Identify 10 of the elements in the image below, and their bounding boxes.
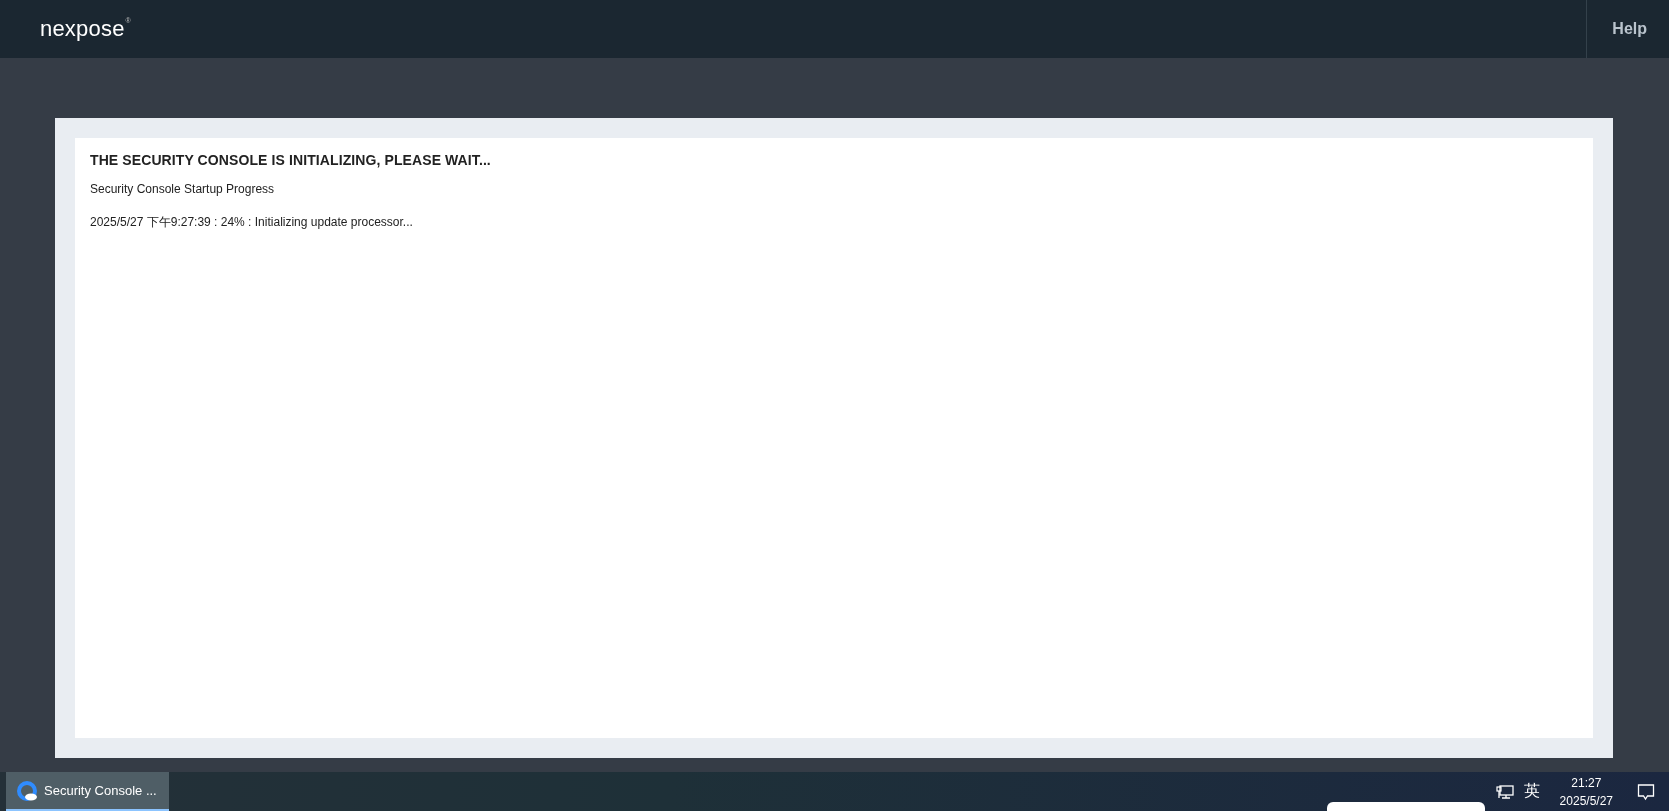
clock[interactable]: 21:27 2025/5/27	[1559, 773, 1613, 810]
taskbar-app[interactable]: Security Console ...	[6, 772, 169, 811]
browser-icon	[16, 779, 38, 802]
notification-icon[interactable]	[1637, 782, 1655, 801]
help-link[interactable]: Help	[1586, 0, 1669, 58]
input-method-indicator[interactable]: 英	[1523, 781, 1540, 802]
status-heading: THE SECURITY CONSOLE IS INITIALIZING, PLEASE WAIT...	[90, 152, 491, 168]
progress-caption: Security Console Startup Progress	[90, 182, 275, 196]
progress-line: 2025/5/27 下午9:27:39 : 24% : Initializing update processor...	[90, 214, 413, 231]
network-icon[interactable]	[1495, 783, 1514, 800]
